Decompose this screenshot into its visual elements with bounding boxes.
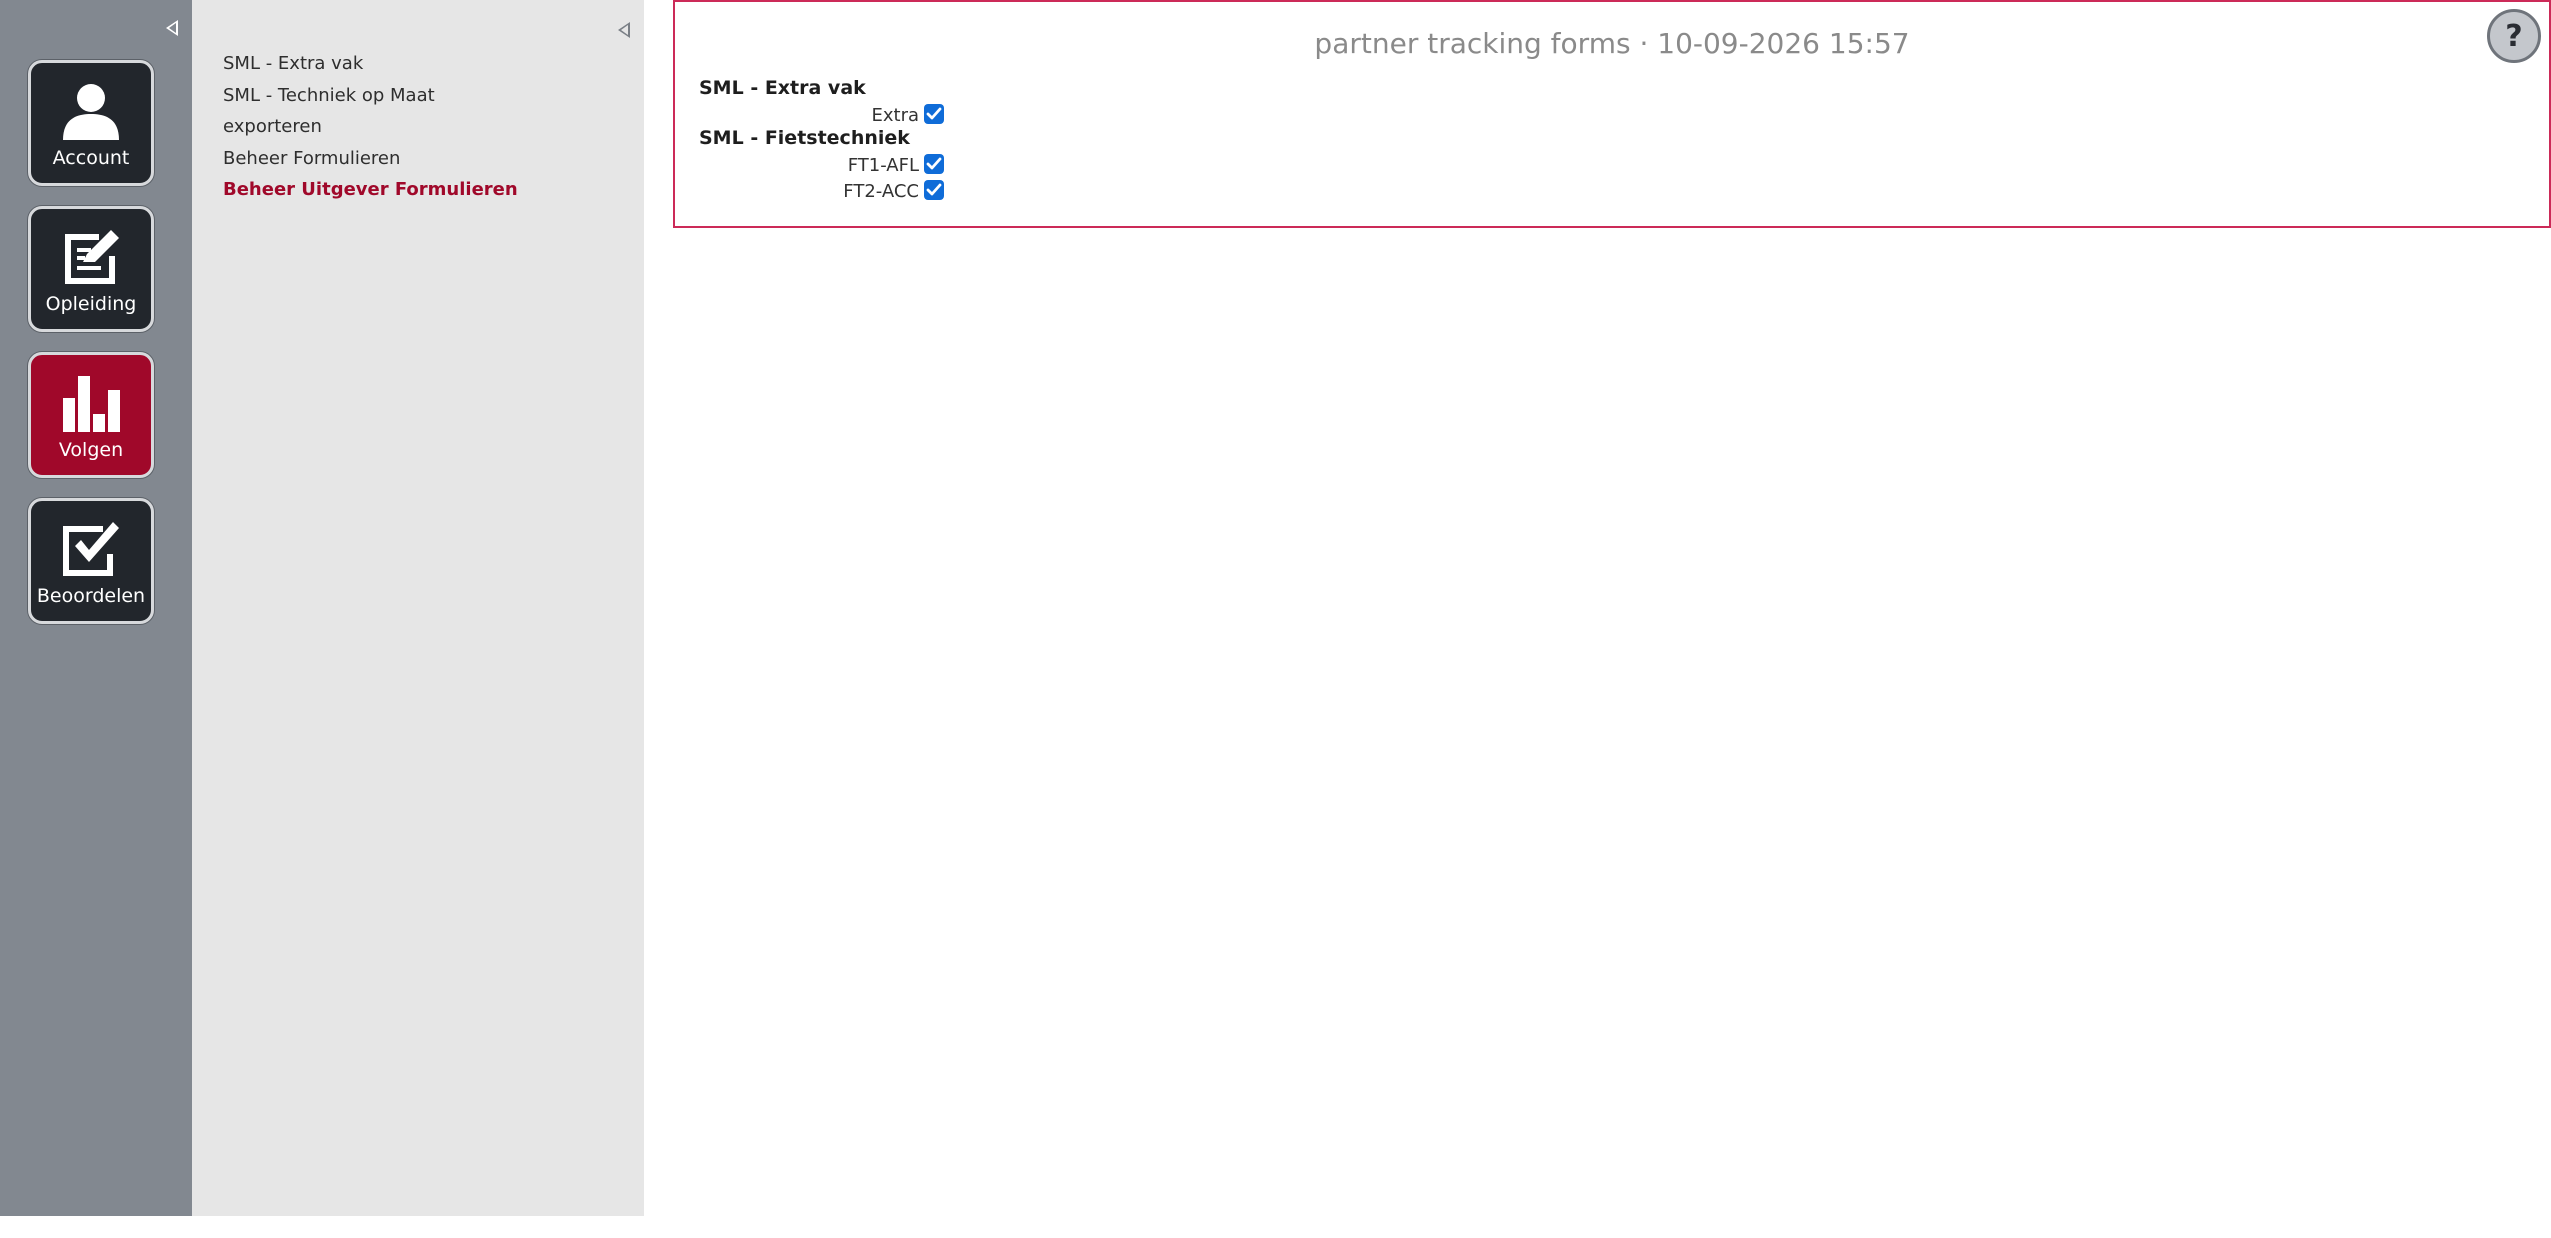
form-field-row: Extra [699, 102, 949, 128]
app-rail: Account Opleiding Volgen Beoordelen [0, 0, 192, 1216]
edit-document-icon [31, 223, 151, 289]
checkmark-icon [926, 157, 942, 170]
nav-tile-beoordelen[interactable]: Beoordelen [28, 498, 154, 624]
form-checkbox[interactable] [924, 104, 944, 124]
field-label: FT1-AFL [847, 155, 919, 176]
nav-tile-volgen[interactable]: Volgen [28, 352, 154, 478]
checkbox-icon [31, 515, 151, 581]
group-heading: SML - Extra vak [699, 77, 866, 99]
group-heading: SML - Fietstechniek [699, 127, 910, 149]
nav-tile-label: Volgen [58, 439, 124, 461]
submenu-item-beheer-uitgever-formulieren[interactable]: Beheer Uitgever Formulieren [223, 174, 518, 206]
form-field-row: FT2-ACC [699, 178, 949, 204]
nav-tile-opleiding[interactable]: Opleiding [28, 206, 154, 332]
checkmark-icon [926, 183, 942, 196]
nav-tile-label: Beoordelen [36, 585, 146, 607]
page-title: partner tracking forms · 10-09-2026 15:5… [1314, 27, 1910, 60]
field-label: Extra [871, 105, 919, 126]
form-field-row: FT1-AFL [699, 152, 949, 178]
collapse-submenu-icon[interactable] [618, 22, 630, 38]
collapse-rail-icon[interactable] [166, 20, 178, 36]
nav-tile-label: Opleiding [45, 293, 137, 315]
field-label: FT2-ACC [843, 181, 919, 202]
submenu-item-beheer-formulieren[interactable]: Beheer Formulieren [223, 143, 518, 175]
help-icon: ? [2505, 18, 2523, 54]
help-button[interactable]: ? [2487, 9, 2541, 63]
form-checkbox[interactable] [924, 154, 944, 174]
person-icon [31, 77, 151, 143]
checkmark-icon [926, 107, 942, 120]
nav-tile-account[interactable]: Account [28, 60, 154, 186]
submenu-item-sml-extra-vak[interactable]: SML - Extra vak [223, 48, 518, 80]
submenu-item-exporteren[interactable]: exporteren [223, 111, 518, 143]
nav-tile-label: Account [52, 147, 130, 169]
submenu-list: SML - Extra vak SML - Techniek op Maat e… [223, 48, 518, 206]
form-checkbox[interactable] [924, 180, 944, 200]
content-panel: partner tracking forms · 10-09-2026 15:5… [673, 0, 2551, 228]
bar-chart-icon [31, 369, 151, 435]
submenu-panel: SML - Extra vak SML - Techniek op Maat e… [192, 0, 644, 1216]
submenu-item-sml-techniek-op-maat[interactable]: SML - Techniek op Maat [223, 80, 518, 112]
